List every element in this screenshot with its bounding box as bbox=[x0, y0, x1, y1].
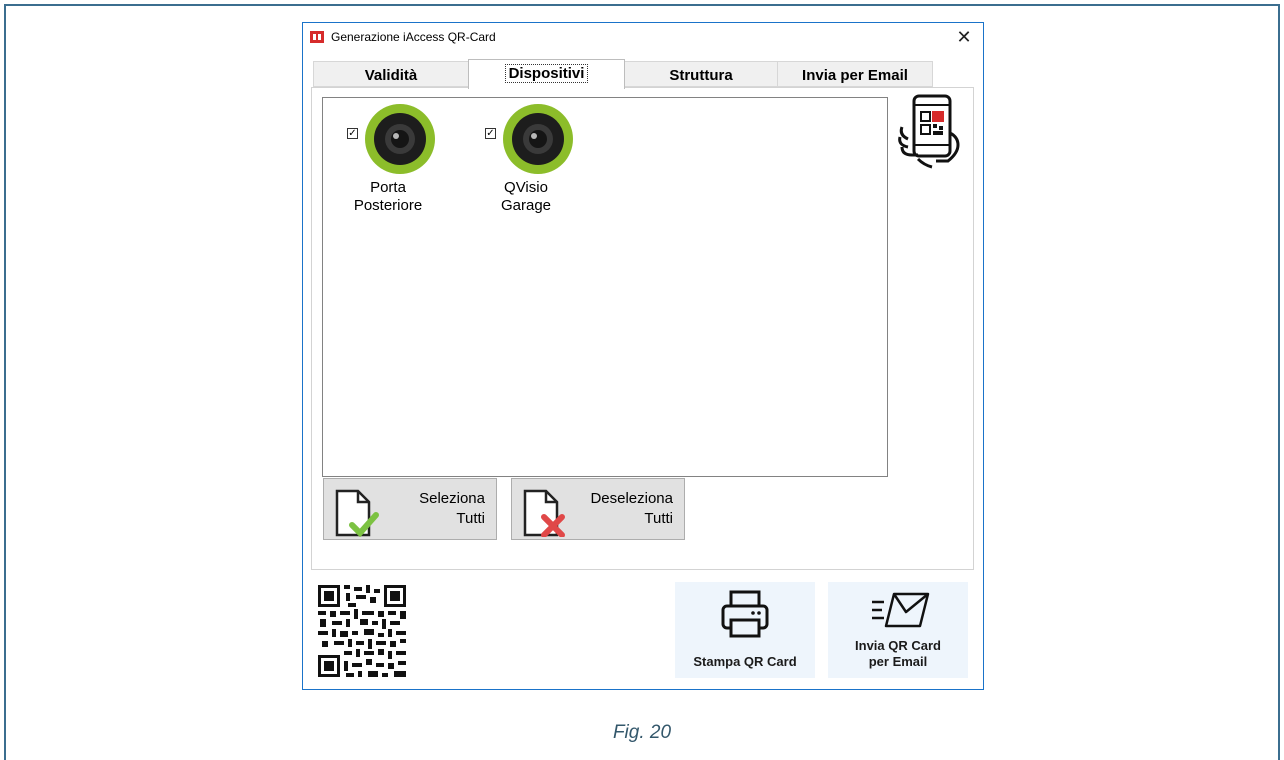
qr-card-window: Generazione iAccess QR-Card ✕ Validità D… bbox=[302, 22, 984, 690]
close-button[interactable]: ✕ bbox=[951, 25, 977, 49]
tab-dispositivi[interactable]: Dispositivi bbox=[468, 59, 625, 89]
tab-label: Invia per Email bbox=[802, 67, 908, 84]
print-qr-card-label: Stampa QR Card bbox=[693, 654, 797, 669]
deselect-all-label: Deseleziona Tutti bbox=[590, 490, 673, 527]
device-label: QVisio Garage bbox=[500, 179, 552, 214]
select-all-button[interactable]: Seleziona Tutti bbox=[323, 478, 497, 540]
camera-icon bbox=[503, 104, 573, 174]
print-qr-card-button[interactable]: Stampa QR Card bbox=[675, 582, 815, 678]
device-list[interactable]: ✓ Porta Posteriore ✓ QVisio Garage bbox=[322, 97, 888, 477]
tab-struttura[interactable]: Struttura bbox=[624, 61, 778, 87]
tab-validita[interactable]: Validità bbox=[313, 61, 469, 87]
tab-invia-per-email[interactable]: Invia per Email bbox=[777, 61, 933, 87]
document-cross-icon bbox=[523, 489, 565, 537]
tab-panel-dispositivi: ✓ Porta Posteriore ✓ QVisio Garage Selez… bbox=[311, 87, 974, 570]
tab-label: Dispositivi bbox=[504, 64, 589, 83]
document-check-icon bbox=[335, 489, 379, 537]
device-item[interactable]: ✓ QVisio Garage bbox=[471, 103, 601, 223]
select-all-label: Seleziona Tutti bbox=[419, 490, 485, 527]
device-checkbox[interactable]: ✓ bbox=[347, 128, 358, 139]
device-checkbox[interactable]: ✓ bbox=[485, 128, 496, 139]
tab-label: Struttura bbox=[669, 67, 733, 84]
email-qr-card-label: Invia QR Card per Email bbox=[855, 638, 941, 669]
camera-icon bbox=[365, 104, 435, 174]
email-qr-card-button[interactable]: Invia QR Card per Email bbox=[828, 582, 968, 678]
phone-qr-icon bbox=[898, 94, 960, 169]
qr-code-image bbox=[318, 585, 406, 677]
title-bar: Generazione iAccess QR-Card ✕ bbox=[303, 23, 983, 51]
device-item[interactable]: ✓ Porta Posteriore bbox=[333, 103, 463, 223]
envelope-send-icon bbox=[872, 592, 930, 628]
tab-label: Validità bbox=[364, 67, 418, 84]
figure-caption: Fig. 20 bbox=[612, 722, 672, 743]
device-label: Porta Posteriore bbox=[353, 179, 423, 214]
printer-icon bbox=[721, 590, 769, 638]
window-title: Generazione iAccess QR-Card bbox=[331, 30, 496, 44]
app-icon bbox=[310, 31, 324, 43]
deselect-all-button[interactable]: Deseleziona Tutti bbox=[511, 478, 685, 540]
